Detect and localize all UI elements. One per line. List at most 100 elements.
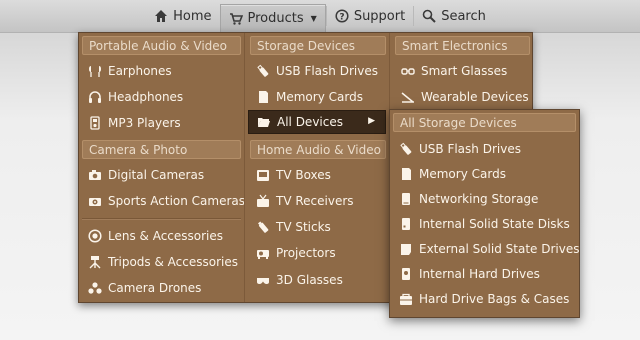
submenu-item-networking-storage[interactable]: Networking Storage <box>399 188 538 210</box>
submenu-item-memory-cards[interactable]: Memory Cards <box>399 163 506 185</box>
drive-bag-icon <box>399 292 413 306</box>
svg-text:?: ? <box>339 13 344 23</box>
menu-item-wearable-devices[interactable]: Wearable Devices <box>401 86 529 108</box>
menu-item-label: USB Flash Drives <box>276 64 378 78</box>
network-storage-icon <box>399 192 413 206</box>
external-drive-icon <box>399 242 413 256</box>
group-header-smart-electronics: Smart Electronics <box>395 36 530 55</box>
search-icon <box>422 9 436 23</box>
group-divider <box>82 218 241 220</box>
menu-item-sports-action-cameras[interactable]: Sports Action Cameras <box>88 190 245 212</box>
menu-item-mp3-players[interactable]: MP3 Players <box>88 112 181 134</box>
nav-home[interactable]: Home <box>146 0 219 32</box>
smart-glasses-icon <box>401 64 415 78</box>
home-icon <box>154 9 168 23</box>
menu-item-camera-drones[interactable]: Camera Drones <box>88 277 201 299</box>
menu-item-label: Hard Drive Bags & Cases <box>419 292 570 306</box>
menu-item-label: Tripods & Accessories <box>108 255 238 269</box>
cart-icon <box>229 12 243 26</box>
menu-column-1: Portable Audio & Video Earphones Headpho… <box>79 33 245 302</box>
menu-item-label: TV Sticks <box>276 220 331 234</box>
tv-box-icon <box>256 168 270 182</box>
menu-item-tv-sticks[interactable]: TV Sticks <box>256 216 331 238</box>
menu-item-label: TV Receivers <box>276 194 354 208</box>
menu-item-label: Earphones <box>108 64 172 78</box>
memory-card-icon <box>256 90 270 104</box>
action-camera-icon <box>88 194 102 208</box>
menu-item-digital-cameras[interactable]: Digital Cameras <box>88 164 204 186</box>
nav-support[interactable]: ? Support <box>327 0 413 32</box>
menu-item-tv-boxes[interactable]: TV Boxes <box>256 164 331 186</box>
nav-support-label: Support <box>353 8 406 24</box>
wearable-icon <box>401 90 415 104</box>
menu-item-label: Internal Hard Drives <box>419 267 540 281</box>
submenu-item-internal-ssd[interactable]: Internal Solid State Disks <box>399 213 570 235</box>
menu-item-label: Networking Storage <box>419 192 539 206</box>
mp3-player-icon <box>88 116 102 130</box>
nav-products[interactable]: Products ▼ <box>219 4 326 32</box>
tv-receiver-icon <box>256 194 270 208</box>
menu-item-label: Wearable Devices <box>421 90 529 104</box>
nav-products-label: Products <box>247 11 304 26</box>
headphones-icon <box>88 90 102 104</box>
menu-item-label: Digital Cameras <box>108 168 205 182</box>
menu-item-3d-glasses[interactable]: 3D Glasses <box>256 269 343 291</box>
menu-item-usb-flash-drives[interactable]: USB Flash Drives <box>256 60 378 82</box>
projector-icon <box>256 246 270 260</box>
help-icon: ? <box>335 9 349 23</box>
menu-item-label: Internal Solid State Disks <box>419 217 570 231</box>
menu-item-label: 3D Glasses <box>276 273 343 287</box>
menu-item-label: Projectors <box>276 246 336 260</box>
submenu-item-internal-hard-drives[interactable]: Internal Hard Drives <box>399 263 540 285</box>
menu-item-projectors[interactable]: Projectors <box>256 242 336 264</box>
submenu-item-usb-flash-drives[interactable]: USB Flash Drives <box>399 138 521 160</box>
menu-item-label: Headphones <box>108 90 184 104</box>
group-header-camera-photo: Camera & Photo <box>82 140 241 159</box>
memory-card-icon <box>399 167 413 181</box>
menu-item-tv-receivers[interactable]: TV Receivers <box>256 190 354 212</box>
menu-item-headphones[interactable]: Headphones <box>88 86 183 108</box>
menu-item-tripods-accessories[interactable]: Tripods & Accessories <box>88 251 238 273</box>
chevron-right-icon: ▶ <box>368 116 375 126</box>
nav-home-label: Home <box>173 8 212 24</box>
menu-item-memory-cards[interactable]: Memory Cards <box>256 86 363 108</box>
folder-open-icon <box>257 115 271 129</box>
menu-item-label: Memory Cards <box>276 90 363 104</box>
menu-column-2: Storage Devices USB Flash Drives Memory … <box>244 33 390 302</box>
earphones-icon <box>88 64 102 78</box>
menu-item-label: Camera Drones <box>108 281 202 295</box>
menu-item-label: USB Flash Drives <box>419 142 521 156</box>
menu-item-label: MP3 Players <box>108 116 181 130</box>
ssd-icon <box>399 217 413 231</box>
menu-item-label: Lens & Accessories <box>108 229 224 243</box>
tripod-icon <box>88 255 102 269</box>
menu-item-label: Sports Action Cameras <box>108 194 246 208</box>
submenu-item-external-ssd[interactable]: External Solid State Drives <box>399 238 579 260</box>
top-navbar: Home Products ▼ ? Support Search <box>0 0 640 33</box>
group-header-home-audio-video: Home Audio & Video <box>250 140 386 159</box>
menu-item-label: TV Boxes <box>276 168 331 182</box>
drone-icon <box>88 281 102 295</box>
group-header-portable-audio: Portable Audio & Video <box>82 36 241 55</box>
menu-item-label: Memory Cards <box>419 167 506 181</box>
hard-drive-icon <box>399 267 413 281</box>
chevron-down-icon: ▼ <box>310 14 317 23</box>
menu-item-lens-accessories[interactable]: Lens & Accessories <box>88 225 223 247</box>
3d-glasses-icon <box>256 273 270 287</box>
submenu-item-hard-drive-bags[interactable]: Hard Drive Bags & Cases <box>399 288 569 310</box>
group-header-all-storage-devices: All Storage Devices <box>393 113 576 132</box>
usb-drive-icon <box>256 64 270 78</box>
tv-stick-icon <box>256 220 270 234</box>
usb-drive-icon <box>399 142 413 156</box>
nav-search[interactable]: Search <box>414 0 494 32</box>
nav-search-label: Search <box>441 8 486 24</box>
menu-item-all-devices[interactable]: All Devices ▶ <box>248 110 386 134</box>
group-header-storage-devices: Storage Devices <box>250 36 386 55</box>
menu-item-label: Smart Glasses <box>421 64 508 78</box>
lens-icon <box>88 229 102 243</box>
menu-item-earphones[interactable]: Earphones <box>88 60 172 82</box>
all-devices-submenu: All Storage Devices USB Flash Drives Mem… <box>389 109 580 318</box>
menu-item-label: External Solid State Drives <box>419 242 580 256</box>
menu-item-smart-glasses[interactable]: Smart Glasses <box>401 60 507 82</box>
camera-icon <box>88 168 102 182</box>
